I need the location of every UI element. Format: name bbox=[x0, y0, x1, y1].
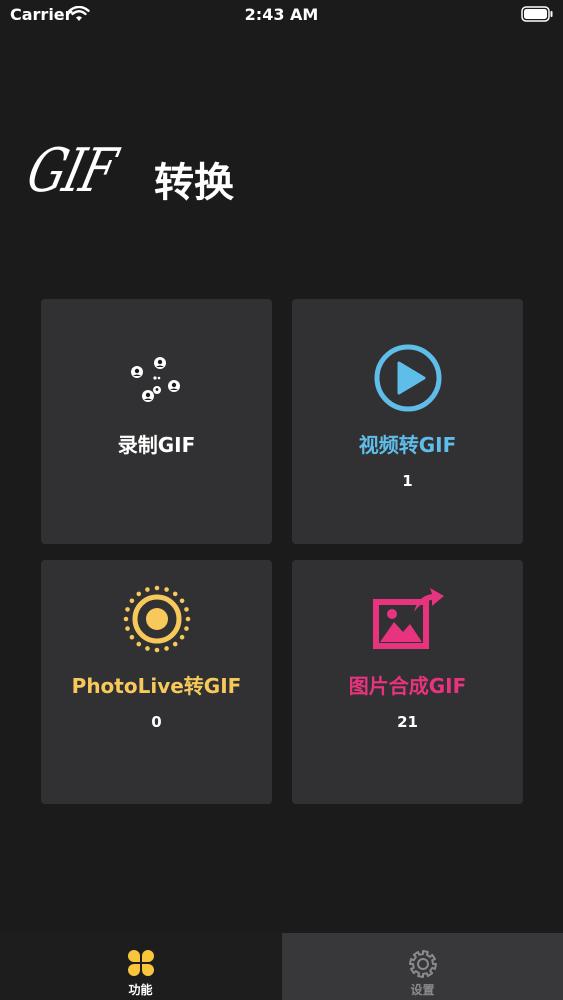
clover-icon bbox=[0, 949, 281, 977]
video-to-gif-card[interactable]: 视频转GIF 1 bbox=[292, 299, 523, 544]
app-title-gif: GIF bbox=[20, 136, 122, 206]
gear-icon bbox=[282, 949, 563, 979]
app-title-cn: 转换 bbox=[154, 160, 234, 206]
tab-settings[interactable]: 设置 bbox=[282, 933, 563, 1000]
play-icon bbox=[292, 343, 523, 413]
photolive-to-gif-count: 0 bbox=[151, 713, 162, 731]
live-photo-icon bbox=[41, 584, 272, 654]
tab-bar: 功能 设置 bbox=[0, 933, 563, 1000]
battery-icon bbox=[521, 6, 553, 26]
images-to-gif-count: 21 bbox=[397, 713, 418, 731]
record-gif-icon bbox=[41, 354, 272, 406]
screen: Carrier 2:43 AM GIF 转换 录制GIF 视频转GIF 1 Ph… bbox=[0, 0, 563, 1000]
video-to-gif-label: 视频转GIF bbox=[358, 433, 457, 457]
tab-functions-label: 功能 bbox=[128, 983, 153, 997]
video-to-gif-count: 1 bbox=[402, 472, 413, 490]
status-bar: Carrier 2:43 AM bbox=[0, 0, 563, 30]
record-gif-label: 录制GIF bbox=[117, 433, 196, 457]
images-to-gif-card[interactable]: 图片合成GIF 21 bbox=[292, 560, 523, 804]
photolive-to-gif-card[interactable]: PhotoLive转GIF 0 bbox=[41, 560, 272, 804]
photolive-to-gif-label: PhotoLive转GIF bbox=[71, 674, 242, 698]
images-to-gif-label: 图片合成GIF bbox=[348, 674, 467, 698]
record-gif-card[interactable]: 录制GIF bbox=[41, 299, 272, 544]
tab-settings-label: 设置 bbox=[410, 983, 435, 997]
image-share-icon bbox=[292, 584, 523, 654]
clock: 2:43 AM bbox=[244, 5, 319, 24]
tab-functions[interactable]: 功能 bbox=[0, 933, 281, 1000]
